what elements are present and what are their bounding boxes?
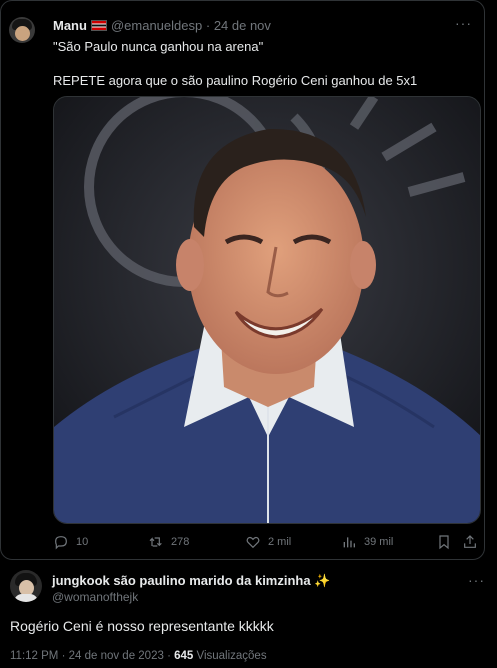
author-handle[interactable]: @emanueldesp bbox=[111, 18, 202, 33]
flag-icon bbox=[90, 20, 107, 31]
quoted-tweet-card[interactable]: Manu @emanueldesp · 24 de nov ··· "São Pa… bbox=[0, 0, 485, 560]
author-avatar[interactable] bbox=[9, 17, 35, 43]
like-count: 2 mil bbox=[268, 536, 292, 548]
dot-separator: · bbox=[205, 18, 211, 33]
share-icon bbox=[464, 535, 476, 548]
tweet-date[interactable]: 24 de nov bbox=[214, 18, 271, 33]
tweet-media-image[interactable] bbox=[53, 96, 481, 524]
reply-metadata: 11:12 PM · 24 de nov de 2023 · 645 Visua… bbox=[10, 650, 267, 662]
reply-icon bbox=[55, 536, 67, 550]
reply-button[interactable]: 10 bbox=[53, 534, 88, 550]
views-button[interactable]: 39 mil bbox=[341, 534, 393, 550]
like-button[interactable]: 2 mil bbox=[245, 534, 291, 550]
reply-author-name[interactable]: jungkook são paulino marido da kimzinha … bbox=[52, 573, 330, 589]
share-button[interactable] bbox=[462, 534, 485, 550]
photo-illustration bbox=[54, 97, 480, 523]
retweet-count: 278 bbox=[171, 536, 190, 548]
reply-timestamp[interactable]: 11:12 PM · 24 de nov de 2023 · bbox=[10, 650, 174, 662]
tweet-text-line-1: "São Paulo nunca ganhou na arena" bbox=[53, 39, 264, 54]
tweet-actions: 10 278 2 mil 39 mil bbox=[53, 534, 476, 554]
reply-count: 10 bbox=[76, 536, 89, 548]
retweet-icon bbox=[149, 537, 162, 547]
tweet-text-line-2: REPETE agora que o são paulino Rogério C… bbox=[53, 73, 418, 88]
more-options-icon[interactable]: ··· bbox=[455, 15, 472, 31]
bookmark-button[interactable] bbox=[436, 534, 459, 550]
reply-text: Rogério Ceni é nosso representante kkkkk bbox=[10, 618, 274, 634]
reply-more-options-icon[interactable]: ··· bbox=[468, 572, 485, 588]
retweet-button[interactable]: 278 bbox=[148, 534, 189, 550]
views-count: 39 mil bbox=[364, 536, 394, 548]
bookmark-icon bbox=[439, 535, 449, 550]
reply-author-avatar[interactable] bbox=[10, 570, 42, 602]
reply-views-count: 645 bbox=[174, 650, 194, 662]
reply-author-handle[interactable]: @womanofthejk bbox=[52, 590, 138, 604]
reply-views-label: Visualizações bbox=[193, 650, 267, 662]
heart-icon bbox=[246, 536, 260, 549]
analytics-icon bbox=[343, 537, 355, 548]
tweet-header: Manu @emanueldesp · 24 de nov bbox=[53, 18, 271, 33]
author-name[interactable]: Manu bbox=[53, 18, 87, 33]
